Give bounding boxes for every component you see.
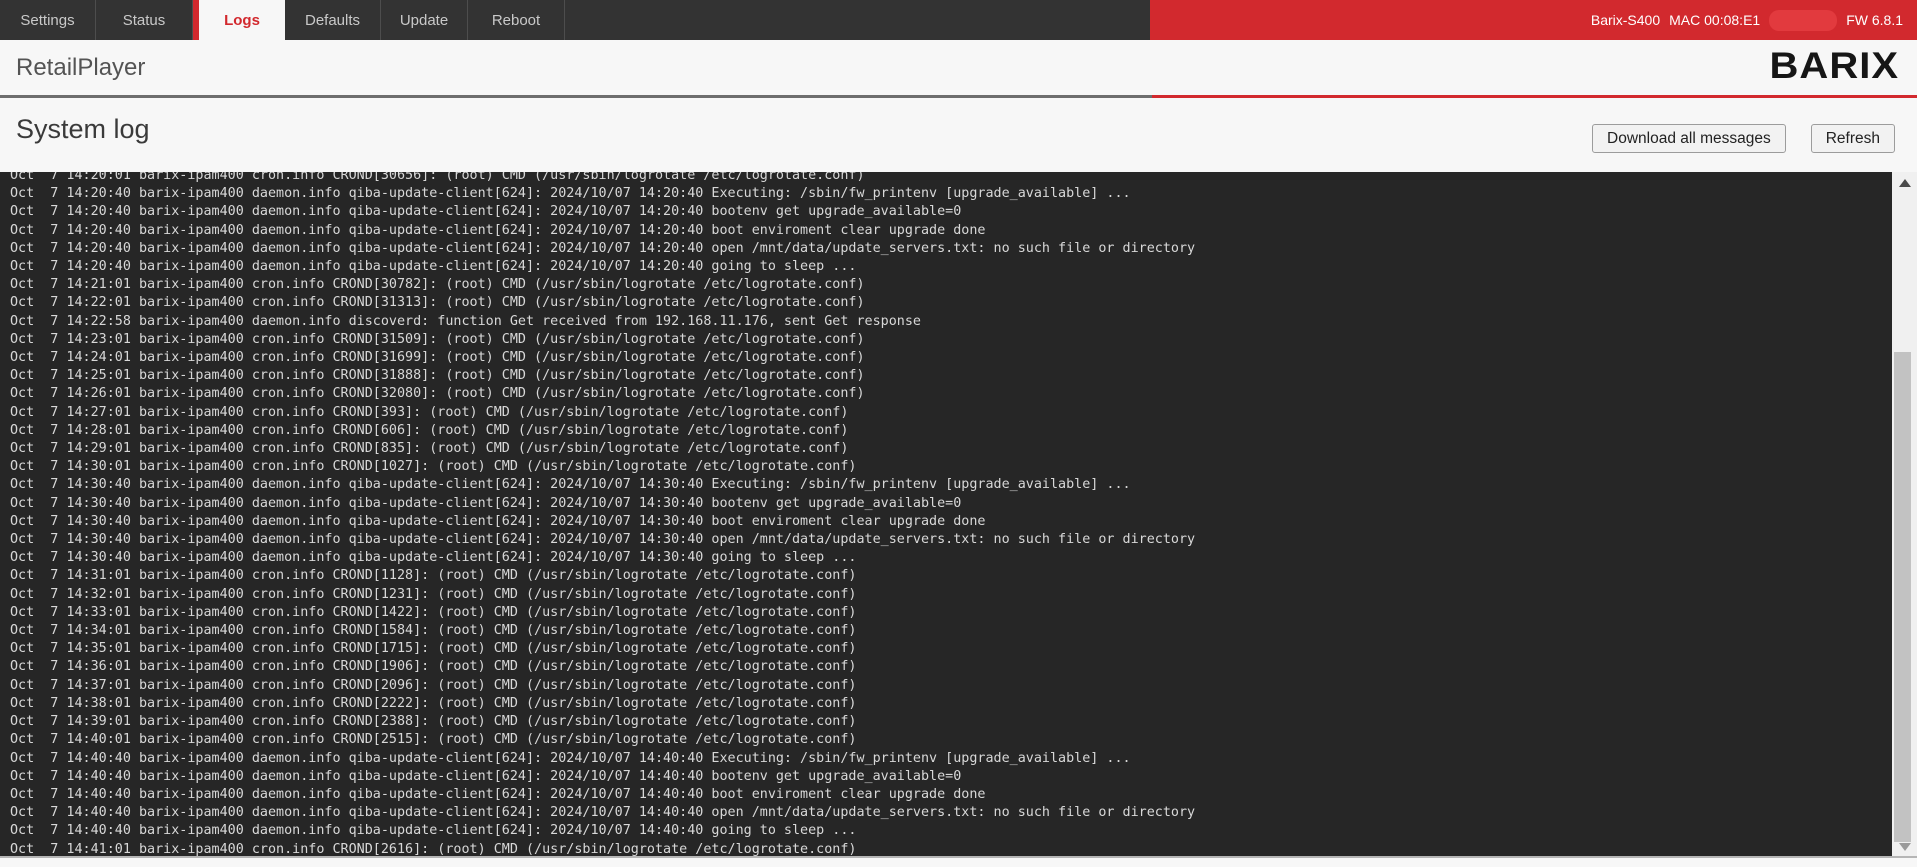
log-line: Oct 7 14:22:01 barix-ipam400 cron.info C…: [10, 294, 1195, 312]
log-line: Oct 7 14:20:40 barix-ipam400 daemon.info…: [10, 185, 1195, 203]
log-line: Oct 7 14:30:01 barix-ipam400 cron.info C…: [10, 458, 1195, 476]
log-line: Oct 7 14:20:40 barix-ipam400 daemon.info…: [10, 203, 1195, 221]
mac-redaction-blob: [1769, 10, 1837, 31]
log-line: Oct 7 14:31:01 barix-ipam400 cron.info C…: [10, 567, 1195, 585]
log-line: Oct 7 14:36:01 barix-ipam400 cron.info C…: [10, 658, 1195, 676]
log-line: Oct 7 14:39:01 barix-ipam400 cron.info C…: [10, 713, 1195, 731]
log-line: Oct 7 14:20:40 barix-ipam400 daemon.info…: [10, 258, 1195, 276]
log-line: Oct 7 14:22:58 barix-ipam400 daemon.info…: [10, 313, 1195, 331]
scrollbar-thumb[interactable]: [1894, 352, 1911, 842]
top-navbar: Settings Status Logs Defaults Update Reb…: [0, 0, 1917, 40]
log-line: Oct 7 14:21:01 barix-ipam400 cron.info C…: [10, 276, 1195, 294]
tab-logs[interactable]: Logs: [199, 0, 285, 40]
log-line: Oct 7 14:40:40 barix-ipam400 daemon.info…: [10, 786, 1195, 804]
log-line: Oct 7 14:35:01 barix-ipam400 cron.info C…: [10, 640, 1195, 658]
tab-defaults[interactable]: Defaults: [285, 0, 381, 40]
tab-status[interactable]: Status: [96, 0, 193, 40]
log-line: Oct 7 14:30:40 barix-ipam400 daemon.info…: [10, 495, 1195, 513]
log-line: Oct 7 14:30:40 barix-ipam400 daemon.info…: [10, 531, 1195, 549]
log-line: Oct 7 14:23:01 barix-ipam400 cron.info C…: [10, 331, 1195, 349]
tab-reboot[interactable]: Reboot: [468, 0, 565, 40]
download-all-messages-button[interactable]: Download all messages: [1592, 124, 1786, 153]
refresh-button[interactable]: Refresh: [1811, 124, 1895, 153]
device-firmware: FW 6.8.1: [1846, 12, 1903, 28]
log-line: Oct 7 14:40:40 barix-ipam400 daemon.info…: [10, 750, 1195, 768]
app-header: RetailPlayer BARIX: [0, 40, 1917, 95]
header-divider-gray: [0, 95, 1152, 98]
system-log-panel[interactable]: Oct 7 14:20:01 barix-ipam400 cron.info C…: [0, 172, 1917, 858]
page-title: System log: [16, 114, 150, 145]
log-line: Oct 7 14:24:01 barix-ipam400 cron.info C…: [10, 349, 1195, 367]
log-line: Oct 7 14:27:01 barix-ipam400 cron.info C…: [10, 404, 1195, 422]
log-line: Oct 7 14:30:40 barix-ipam400 daemon.info…: [10, 513, 1195, 531]
log-line: Oct 7 14:38:01 barix-ipam400 cron.info C…: [10, 695, 1195, 713]
scrollbar-down-arrow-icon[interactable]: [1892, 839, 1917, 855]
log-line: Oct 7 14:28:01 barix-ipam400 cron.info C…: [10, 422, 1195, 440]
log-line: Oct 7 14:30:40 barix-ipam400 daemon.info…: [10, 476, 1195, 494]
log-line: Oct 7 14:29:01 barix-ipam400 cron.info C…: [10, 440, 1195, 458]
log-line: Oct 7 14:41:01 barix-ipam400 cron.info C…: [10, 841, 1195, 858]
tab-update[interactable]: Update: [381, 0, 468, 40]
log-line: Oct 7 14:32:01 barix-ipam400 cron.info C…: [10, 586, 1195, 604]
header-divider-red: [1152, 95, 1917, 98]
tab-settings[interactable]: Settings: [0, 0, 96, 40]
scrollbar-up-arrow-icon[interactable]: [1892, 175, 1917, 191]
log-line: Oct 7 14:25:01 barix-ipam400 cron.info C…: [10, 367, 1195, 385]
log-line: Oct 7 14:40:40 barix-ipam400 daemon.info…: [10, 822, 1195, 840]
log-line: Oct 7 14:20:40 barix-ipam400 daemon.info…: [10, 222, 1195, 240]
log-line: Oct 7 14:33:01 barix-ipam400 cron.info C…: [10, 604, 1195, 622]
barix-logo: BARIX: [1770, 46, 1899, 87]
log-line: Oct 7 14:40:40 barix-ipam400 daemon.info…: [10, 768, 1195, 786]
log-line: Oct 7 14:20:01 barix-ipam400 cron.info C…: [10, 172, 1195, 185]
device-mac: MAC 00:08:E1: [1669, 12, 1760, 28]
log-line: Oct 7 14:34:01 barix-ipam400 cron.info C…: [10, 622, 1195, 640]
device-info-bar: Barix-S400 MAC 00:08:E1 FW 6.8.1: [1150, 0, 1917, 40]
log-line: Oct 7 14:30:40 barix-ipam400 daemon.info…: [10, 549, 1195, 567]
log-scrollbar[interactable]: [1892, 172, 1917, 858]
log-output: Oct 7 14:20:01 barix-ipam400 cron.info C…: [10, 172, 1195, 858]
app-title: RetailPlayer: [16, 54, 145, 82]
device-model: Barix-S400: [1591, 12, 1660, 28]
log-line: Oct 7 14:37:01 barix-ipam400 cron.info C…: [10, 677, 1195, 695]
log-line: Oct 7 14:26:01 barix-ipam400 cron.info C…: [10, 385, 1195, 403]
log-line: Oct 7 14:20:40 barix-ipam400 daemon.info…: [10, 240, 1195, 258]
log-line: Oct 7 14:40:40 barix-ipam400 daemon.info…: [10, 804, 1195, 822]
log-line: Oct 7 14:40:01 barix-ipam400 cron.info C…: [10, 731, 1195, 749]
log-toolbar: Download all messages Refresh: [1592, 124, 1895, 153]
